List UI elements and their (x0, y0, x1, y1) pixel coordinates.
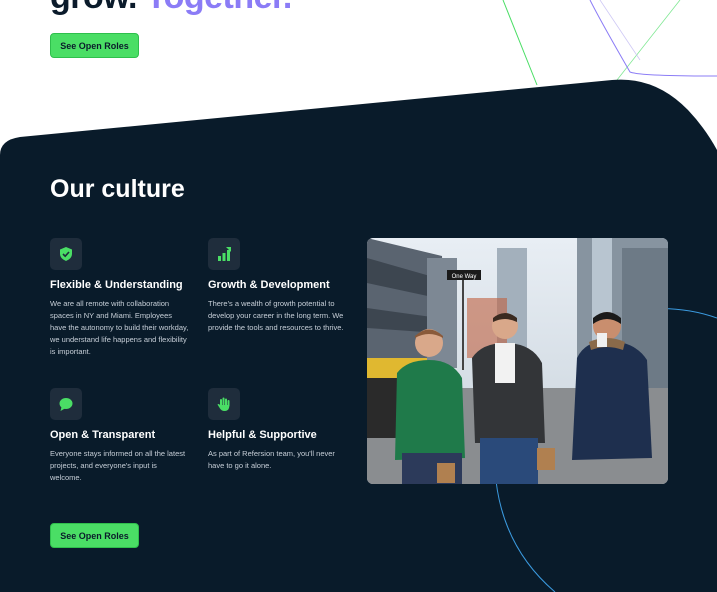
feature-growth-title: Growth & Development (208, 279, 330, 291)
shield-check-icon (60, 247, 72, 261)
feature-flexible-desc: We are all remote with collaboration spa… (50, 299, 189, 356)
feature-growth-icon-box (208, 238, 240, 270)
chat-bubble-icon (59, 398, 73, 411)
team-photo: One Way (367, 238, 668, 484)
culture-title: Our culture (50, 175, 185, 203)
feature-open-desc: Everyone stays informed on all the lates… (50, 449, 186, 482)
feature-helpful-title: Helpful & Supportive (208, 429, 317, 441)
feature-helpful-icon-box (208, 388, 240, 420)
team-photo-illustration: One Way (367, 238, 668, 484)
hand-icon (217, 397, 230, 411)
feature-helpful-desc: As part of Refersion team, you'll never … (208, 449, 335, 470)
feature-growth-desc: There's a wealth of growth potential to … (208, 299, 344, 332)
feature-open-icon-box (50, 388, 82, 420)
feature-flexible-icon-box (50, 238, 82, 270)
feature-flexible-title: Flexible & Understanding (50, 279, 183, 291)
see-open-roles-button-bottom[interactable]: See Open Roles (50, 523, 139, 548)
growth-chart-icon (218, 247, 231, 261)
feature-open-title: Open & Transparent (50, 429, 156, 441)
street-sign-text: One Way (452, 274, 477, 280)
